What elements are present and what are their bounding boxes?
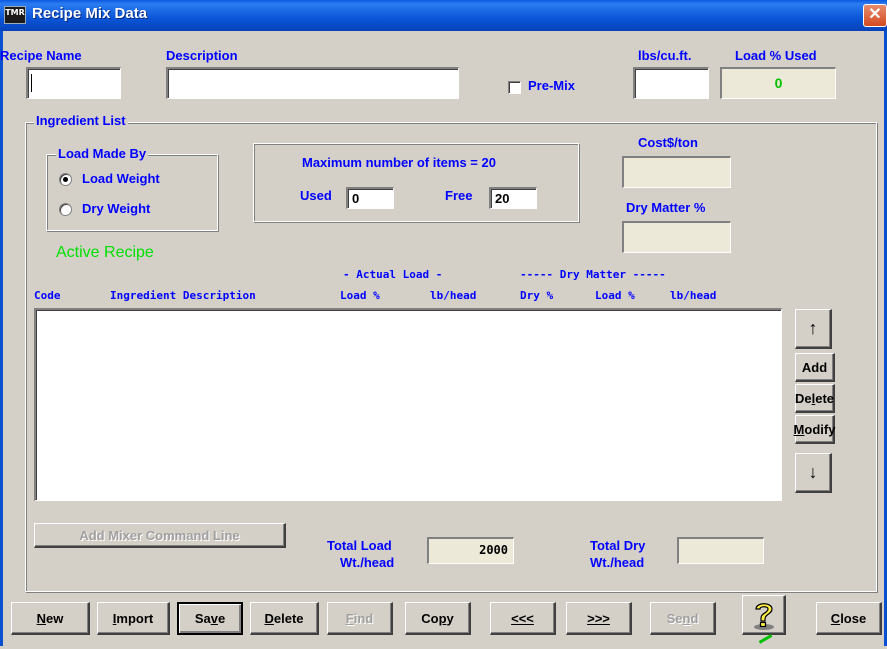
import-button[interactable]: Import <box>97 602 170 635</box>
delete-ingredient-label: Delete <box>794 390 835 406</box>
total-dry-label-line1: Total Dry <box>590 538 646 553</box>
total-dry-value <box>677 537 764 564</box>
column-dry-pct: Dry % <box>520 289 554 302</box>
close-button-label: Close <box>830 610 867 626</box>
add-mixer-command-button[interactable]: Add Mixer Command Line <box>34 523 286 548</box>
total-load-label-line1: Total Load <box>327 538 392 553</box>
save-button[interactable]: Save <box>177 602 243 635</box>
column-dry-lb-head: lb/head <box>670 289 717 302</box>
ingredient-list-legend: Ingredient List <box>34 113 128 128</box>
dry-matter-label: Dry Matter % <box>626 200 706 215</box>
column-code: Code <box>34 289 61 302</box>
max-items-text: Maximum number of items = 20 <box>302 155 496 170</box>
total-dry-label-line2: Wt./head <box>590 555 645 570</box>
cost-label: Cost$/ton <box>638 135 698 150</box>
load-used-label: Load % Used <box>735 48 817 63</box>
recipe-name-label: Recipe Name <box>0 48 82 63</box>
window-close-button[interactable]: ✕ <box>863 4 887 27</box>
total-load-value: 2000 <box>427 537 514 564</box>
description-label: Description <box>166 48 238 63</box>
copy-button[interactable]: Copy <box>405 602 471 635</box>
free-count-field: 20 <box>489 187 537 209</box>
modify-ingredient-label: Modify <box>793 421 836 437</box>
load-weight-label: Load Weight <box>82 171 160 186</box>
cost-field <box>622 156 731 188</box>
used-count-field: 0 <box>346 187 394 209</box>
send-button-label: Send <box>666 610 699 626</box>
load-made-by-group <box>46 154 218 231</box>
help-button[interactable] <box>742 595 786 635</box>
arrow-down-icon: ↓ <box>808 462 818 482</box>
actual-load-group-header: - Actual Load - <box>343 268 443 281</box>
ingredient-listbox[interactable] <box>34 308 782 501</box>
lbs-cuft-label: lbs/cu.ft. <box>638 48 692 63</box>
recipe-name-input[interactable] <box>26 67 121 99</box>
move-up-button[interactable]: ↑ <box>795 309 832 349</box>
used-label: Used <box>300 188 332 203</box>
send-button[interactable]: Send <box>650 602 716 635</box>
add-ingredient-button[interactable]: Add <box>795 353 835 382</box>
dry-matter-field <box>622 221 731 253</box>
recipe-status-text: Active Recipe <box>56 244 154 261</box>
close-button[interactable]: Close <box>816 602 882 635</box>
find-button-label: Find <box>345 610 374 626</box>
dry-weight-radio[interactable] <box>59 203 72 216</box>
text-cursor <box>31 74 32 92</box>
load-used-value: 0 <box>720 67 836 99</box>
column-ingredient-description: Ingredient Description <box>110 289 256 302</box>
arrow-up-icon: ↑ <box>808 318 818 338</box>
previous-record-label: <<< <box>511 610 534 626</box>
load-made-by-legend: Load Made By <box>56 146 149 161</box>
delete-ingredient-button[interactable]: Delete <box>795 384 835 413</box>
lbs-cuft-input[interactable] <box>633 67 709 99</box>
description-input[interactable] <box>166 67 459 99</box>
previous-record-button[interactable]: <<< <box>490 602 556 635</box>
help-question-icon <box>753 602 774 630</box>
move-down-button[interactable]: ↓ <box>795 453 832 493</box>
free-label: Free <box>445 188 473 203</box>
import-button-label: Import <box>112 610 154 626</box>
column-load-pct: Load % <box>340 289 380 302</box>
new-button[interactable]: New <box>11 602 90 635</box>
modify-ingredient-button[interactable]: Modify <box>793 415 836 444</box>
next-record-label: >>> <box>587 610 610 626</box>
premix-checkbox[interactable] <box>508 81 521 94</box>
find-button[interactable]: Find <box>327 602 393 635</box>
premix-label: Pre-Mix <box>528 78 575 93</box>
dry-weight-label: Dry Weight <box>82 201 151 216</box>
tmr-app-icon: TMR <box>4 6 26 24</box>
save-button-label: Save <box>194 611 226 626</box>
column-dry-load-pct: Load % <box>595 289 635 302</box>
next-record-button[interactable]: >>> <box>566 602 632 635</box>
delete-recipe-label: Delete <box>264 610 304 626</box>
dry-matter-group-header: ----- Dry Matter ----- <box>520 268 666 281</box>
copy-button-label: Copy <box>421 610 454 626</box>
window-title: Recipe Mix Data <box>32 5 148 22</box>
delete-recipe-button[interactable]: Delete <box>250 602 319 635</box>
load-weight-radio[interactable] <box>59 173 72 186</box>
new-button-label: New <box>36 610 64 626</box>
column-lb-head: lb/head <box>430 289 477 302</box>
total-load-label-line2: Wt./head <box>340 555 395 570</box>
